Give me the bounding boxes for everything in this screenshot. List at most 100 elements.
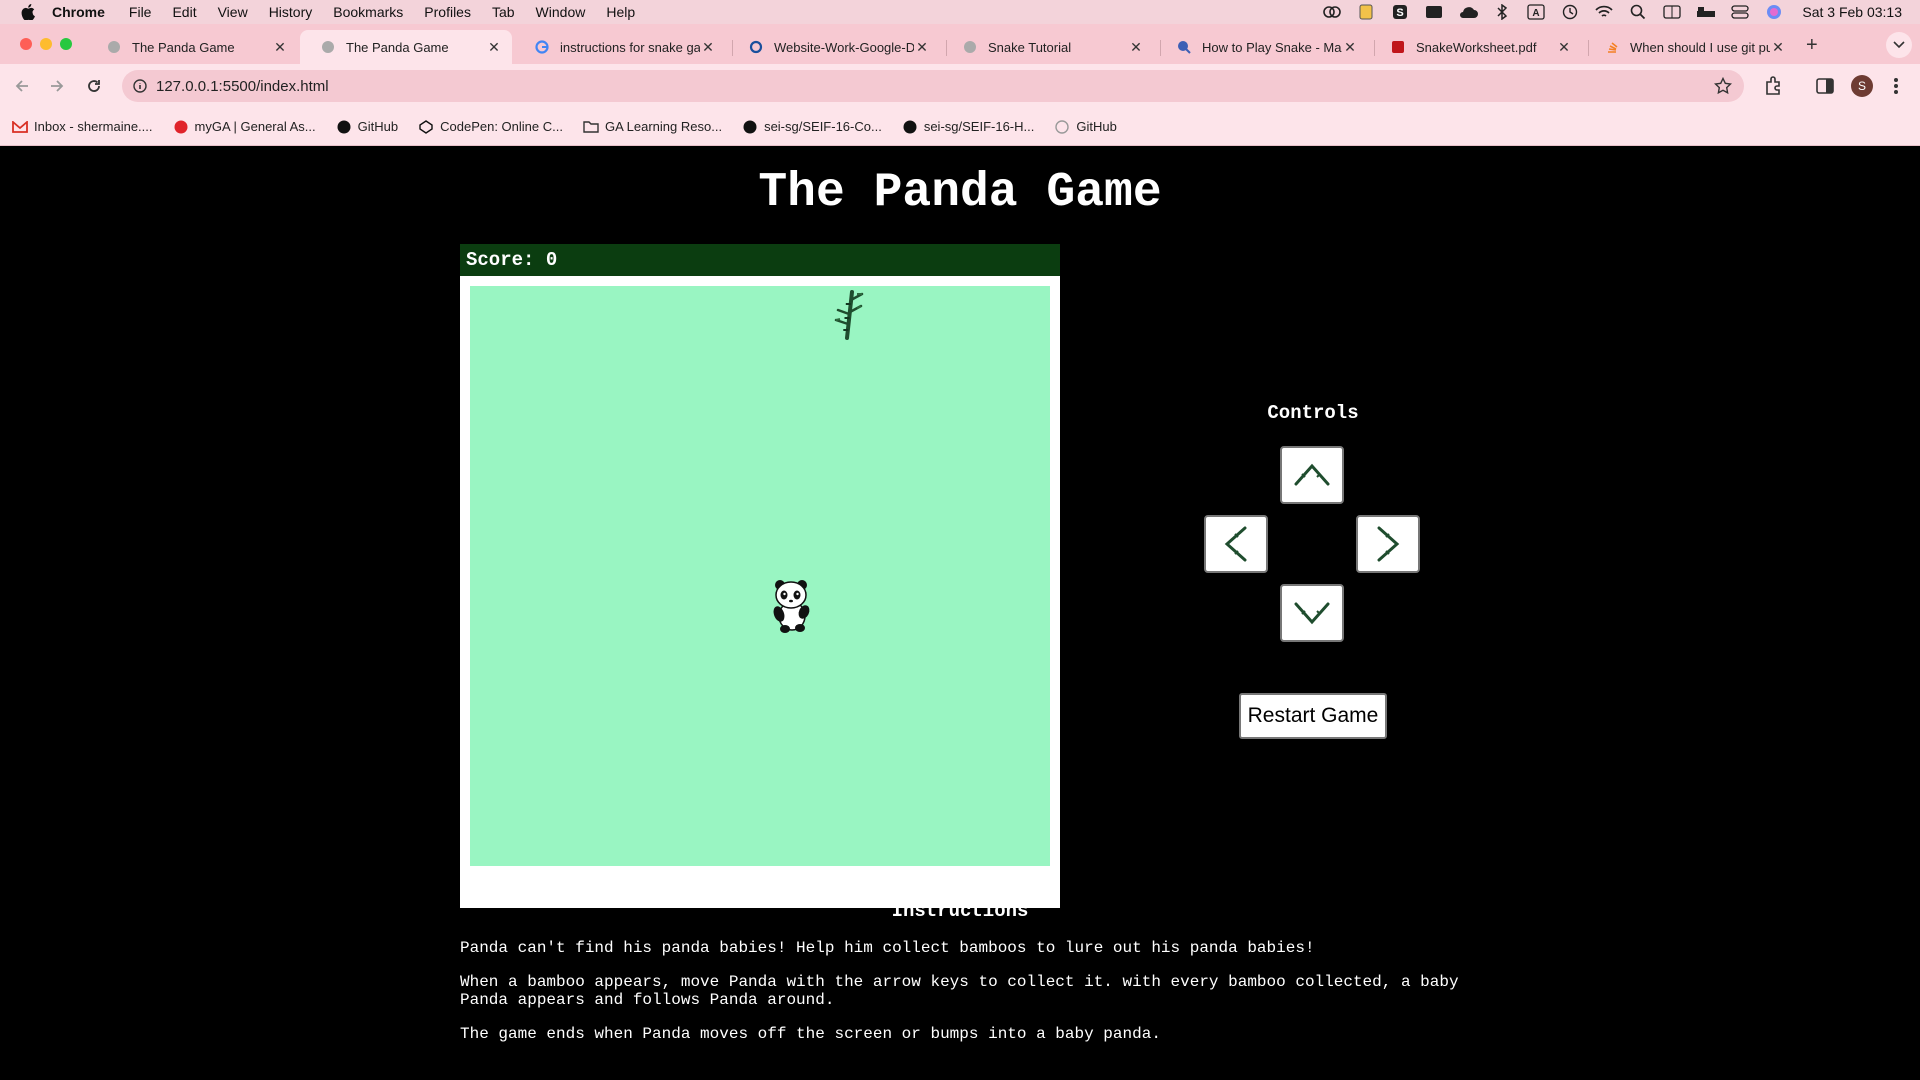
input-source-icon[interactable]: A [1526, 4, 1546, 20]
status-area: S A Sat 3 Feb 03:13 [1322, 0, 1902, 24]
tab-how-to-play-snake[interactable]: How to Play Snake - Master ✕ [1156, 30, 1368, 64]
game-board[interactable] [470, 286, 1050, 866]
gmail-icon [12, 119, 28, 135]
bookmark-github-2[interactable]: GitHub [1054, 119, 1117, 135]
restart-game-button[interactable]: Restart Game [1239, 693, 1387, 739]
bluetooth-icon[interactable] [1492, 4, 1512, 20]
bookmark-codepen[interactable]: CodePen: Online C... [418, 119, 563, 135]
tab-strip: The Panda Game ✕ The Panda Game ✕ instru… [0, 24, 1920, 64]
url-text[interactable]: 127.0.0.1:5500/index.html [156, 78, 329, 95]
back-icon[interactable] [11, 75, 33, 97]
time-machine-icon[interactable] [1560, 4, 1580, 20]
side-panel-icon[interactable] [1815, 76, 1835, 101]
close-window-button[interactable] [20, 38, 32, 50]
calendar-icon[interactable] [1424, 4, 1444, 20]
menu-window[interactable]: Window [536, 4, 586, 20]
spotlight-search-icon[interactable] [1628, 4, 1648, 20]
down-button[interactable] [1280, 584, 1344, 642]
tab-title: The Panda Game [132, 39, 235, 55]
bookmark-seif-h[interactable]: sei-sg/SEIF-16-H... [902, 119, 1035, 135]
instructions-paragraph-1: Panda can't find his panda babies! Help … [460, 939, 1315, 957]
cloud-icon[interactable] [1458, 4, 1479, 20]
macos-menubar: Chrome File Edit View History Bookmarks … [0, 0, 1920, 24]
bookmark-ga-learning[interactable]: GA Learning Reso... [583, 119, 722, 135]
minimize-window-button[interactable] [40, 38, 52, 50]
reload-icon[interactable] [83, 75, 105, 97]
instructions-paragraph-3: The game ends when Panda moves off the s… [460, 1025, 1161, 1043]
profile-avatar[interactable]: S [1851, 75, 1873, 97]
menu-edit[interactable]: Edit [172, 4, 196, 20]
close-tab-icon[interactable]: ✕ [1556, 39, 1572, 55]
bookmarks-bar: Inbox - shermaine.... myGA | General As.… [0, 108, 1920, 146]
display-icon[interactable] [1662, 4, 1682, 20]
bed-icon[interactable] [1696, 4, 1716, 20]
menu-tab[interactable]: Tab [492, 4, 515, 20]
menubar-clock[interactable]: Sat 3 Feb 03:13 [1802, 4, 1902, 20]
tab-git-pull[interactable]: When should I use git pull ✕ [1584, 30, 1796, 64]
tab-search-icon[interactable] [1886, 32, 1912, 58]
left-button[interactable] [1204, 515, 1268, 573]
close-tab-icon[interactable]: ✕ [486, 39, 502, 55]
bookmark-github[interactable]: GitHub [336, 119, 398, 135]
globe-icon [962, 39, 978, 55]
apple-icon[interactable] [18, 2, 38, 22]
address-bar[interactable]: 127.0.0.1:5500/index.html [122, 70, 1744, 102]
bookmark-label: GA Learning Reso... [604, 119, 723, 134]
stackoverflow-icon [1604, 39, 1620, 55]
creative-cloud-icon[interactable] [1322, 4, 1342, 20]
siri-icon[interactable] [1764, 4, 1784, 20]
control-center-icon[interactable] [1730, 4, 1750, 20]
close-tab-icon[interactable]: ✕ [1342, 39, 1358, 55]
tab-snake-tutorial[interactable]: Snake Tutorial ✕ [942, 30, 1154, 64]
bookmark-inbox[interactable]: Inbox - shermaine.... [12, 119, 153, 135]
bookmark-star-icon[interactable] [1713, 76, 1733, 100]
site-info-icon[interactable] [132, 78, 148, 94]
tab-title: How to Play Snake - Master [1202, 39, 1342, 55]
new-tab-icon[interactable]: + [1806, 34, 1818, 57]
close-tab-icon[interactable]: ✕ [700, 39, 716, 55]
bookmark-label: Inbox - shermaine.... [34, 119, 153, 134]
up-arrow-icon [1294, 463, 1330, 486]
chrome-menu-icon[interactable] [1893, 76, 1899, 101]
zoom-window-button[interactable] [60, 38, 72, 50]
tab-title: When should I use git pull [1630, 39, 1770, 55]
bookmark-label: GitHub [357, 119, 399, 134]
folder-icon [583, 119, 599, 135]
browser-toolbar: 127.0.0.1:5500/index.html S [0, 64, 1920, 108]
tab-website-work[interactable]: Website-Work-Google-Docs ✕ [728, 30, 940, 64]
menu-app-chrome[interactable]: Chrome [52, 4, 105, 20]
close-tab-icon[interactable]: ✕ [1770, 39, 1786, 55]
bookmark-label: sei-sg/SEIF-16-Co... [764, 119, 882, 134]
menu-help[interactable]: Help [606, 4, 635, 20]
ga-icon [173, 119, 189, 135]
right-button[interactable] [1356, 515, 1420, 573]
pdf-icon [1390, 39, 1406, 55]
tab-title: The Panda Game [346, 39, 449, 55]
menu-profiles[interactable]: Profiles [424, 4, 471, 20]
close-tab-icon[interactable]: ✕ [1128, 39, 1144, 55]
tab-panda-game-2[interactable]: The Panda Game ✕ [300, 30, 512, 64]
bookmark-label: CodePen: Online C... [440, 119, 563, 134]
s-app-icon[interactable]: S [1390, 4, 1410, 20]
menu-history[interactable]: History [269, 4, 313, 20]
close-tab-icon[interactable]: ✕ [914, 39, 930, 55]
menu-file[interactable]: File [129, 4, 152, 20]
tab-instructions-snake[interactable]: instructions for snake game ✕ [514, 30, 726, 64]
menu-bookmarks[interactable]: Bookmarks [333, 4, 403, 20]
github-icon [742, 119, 758, 135]
magnifier-icon [1176, 39, 1192, 55]
notes-app-icon[interactable] [1356, 4, 1376, 20]
extensions-icon[interactable] [1763, 76, 1783, 101]
svg-text:A: A [1533, 8, 1540, 19]
web-page: The Panda Game Score: 0 Controls Restart… [0, 146, 1920, 1080]
tab-snake-worksheet[interactable]: SnakeWorksheet.pdf ✕ [1370, 30, 1582, 64]
menu-view[interactable]: View [218, 4, 248, 20]
bookmark-seif-co[interactable]: sei-sg/SEIF-16-Co... [742, 119, 882, 135]
up-button[interactable] [1280, 446, 1344, 504]
bookmark-myga[interactable]: myGA | General As... [173, 119, 316, 135]
close-tab-icon[interactable]: ✕ [272, 39, 288, 55]
wifi-icon[interactable] [1594, 4, 1614, 20]
tab-panda-game-1[interactable]: The Panda Game ✕ [86, 30, 298, 64]
forward-icon[interactable] [46, 75, 68, 97]
bookmark-label: sei-sg/SEIF-16-H... [923, 119, 1035, 134]
